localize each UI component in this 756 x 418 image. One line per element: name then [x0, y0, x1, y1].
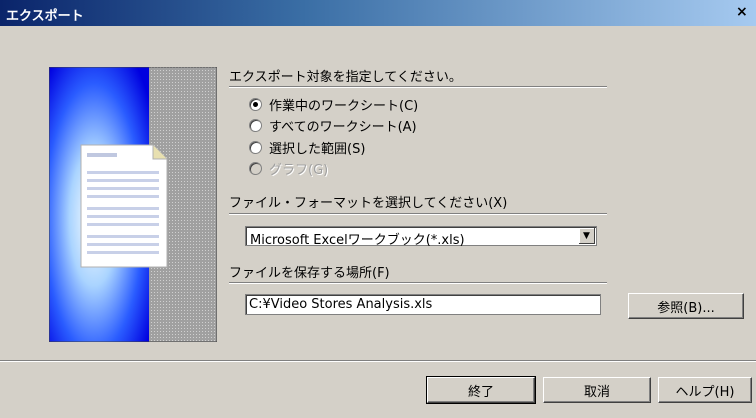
dropdown-arrow-icon[interactable]: ▼ — [579, 228, 595, 244]
save-path-input[interactable]: C:¥Video Stores Analysis.xls — [245, 294, 601, 315]
file-format-select[interactable]: Microsoft Excelワークブック(*.xls) ▼ — [245, 226, 597, 248]
radio-indicator[interactable] — [249, 141, 262, 154]
cancel-button[interactable]: 取消 — [543, 377, 651, 403]
browse-button[interactable]: 参照(B)... — [628, 293, 744, 319]
divider — [229, 86, 607, 88]
radio-indicator[interactable] — [249, 98, 262, 111]
radio-label: グラフ(G) — [269, 163, 329, 178]
document-icon — [80, 144, 168, 268]
divider — [229, 213, 607, 215]
radio-label: すべてのワークシート(A) — [269, 120, 417, 135]
radio-selected-range[interactable]: 選択した範囲(S) — [249, 138, 365, 157]
finish-button[interactable]: 終了 — [426, 376, 536, 404]
radio-indicator[interactable] — [249, 119, 262, 132]
export-target-heading: エクスポート対象を指定してください。 — [229, 70, 462, 85]
radio-all-sheets[interactable]: すべてのワークシート(A) — [249, 116, 417, 135]
help-button[interactable]: ヘルプ(H) — [658, 377, 752, 403]
title-bar: エクスポート × — [0, 0, 756, 26]
radio-label: 選択した範囲(S) — [269, 142, 366, 157]
bottom-divider — [0, 360, 756, 362]
divider — [229, 282, 607, 284]
radio-label: 作業中のワークシート(C) — [269, 99, 419, 114]
radio-indicator — [249, 162, 262, 175]
window-title: エクスポート — [6, 9, 84, 24]
save-location-heading: ファイルを保存する場所(F) — [229, 266, 390, 281]
save-path-value: C:¥Video Stores Analysis.xls — [249, 297, 433, 312]
export-document-illustration — [49, 67, 217, 342]
file-format-value: Microsoft Excelワークブック(*.xls) — [250, 233, 465, 248]
radio-graph: グラフ(G) — [249, 159, 328, 178]
file-format-heading: ファイル・フォーマットを選択してください(X) — [229, 196, 508, 211]
radio-current-sheet[interactable]: 作業中のワークシート(C) — [249, 95, 418, 114]
close-icon[interactable]: × — [736, 4, 756, 22]
